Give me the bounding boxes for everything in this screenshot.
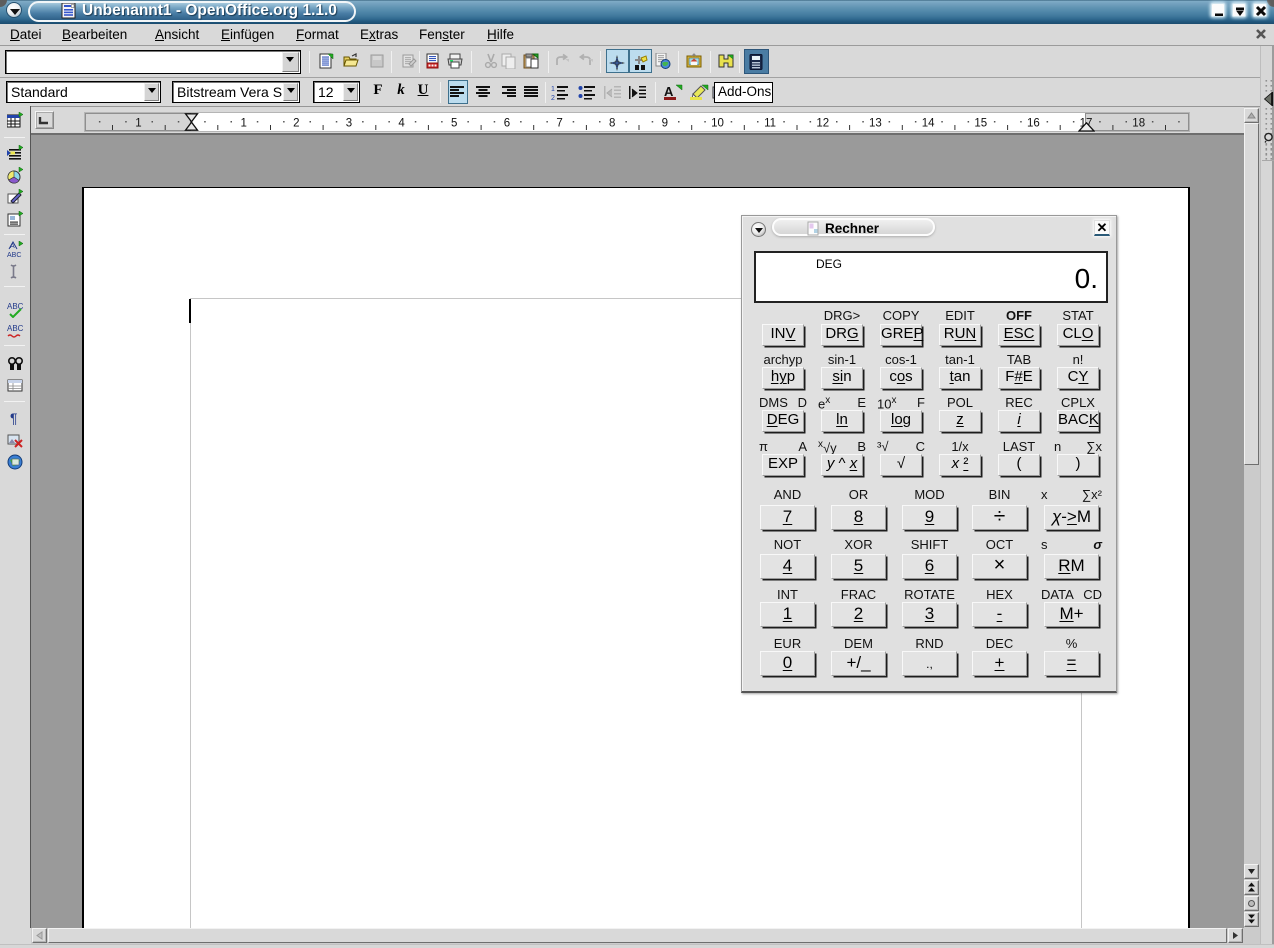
svg-text:ABC: ABC <box>7 324 24 333</box>
svg-text:1: 1 <box>551 86 555 93</box>
svg-text:15: 15 <box>974 118 987 130</box>
svg-text:1: 1 <box>240 118 246 130</box>
svg-text:13: 13 <box>869 118 882 130</box>
svg-text:14: 14 <box>922 118 935 130</box>
svg-text:A: A <box>664 84 674 99</box>
svg-text:9: 9 <box>662 118 668 130</box>
svg-text:8: 8 <box>609 118 615 130</box>
svg-text:3: 3 <box>346 118 352 130</box>
svg-text:16: 16 <box>1027 118 1040 130</box>
svg-text:11: 11 <box>764 118 776 130</box>
svg-text:¶: ¶ <box>10 410 18 426</box>
svg-text:2: 2 <box>551 95 555 101</box>
svg-text:ABC: ABC <box>7 252 21 258</box>
svg-text:10: 10 <box>711 118 724 130</box>
svg-text:7: 7 <box>556 118 562 130</box>
svg-text:4: 4 <box>398 118 405 130</box>
svg-text:2: 2 <box>293 118 299 130</box>
svg-text:12: 12 <box>816 118 829 130</box>
svg-text:1: 1 <box>135 118 141 130</box>
svg-text:18: 18 <box>1132 118 1145 130</box>
svg-text:6: 6 <box>504 118 510 130</box>
svg-text:5: 5 <box>451 118 457 130</box>
